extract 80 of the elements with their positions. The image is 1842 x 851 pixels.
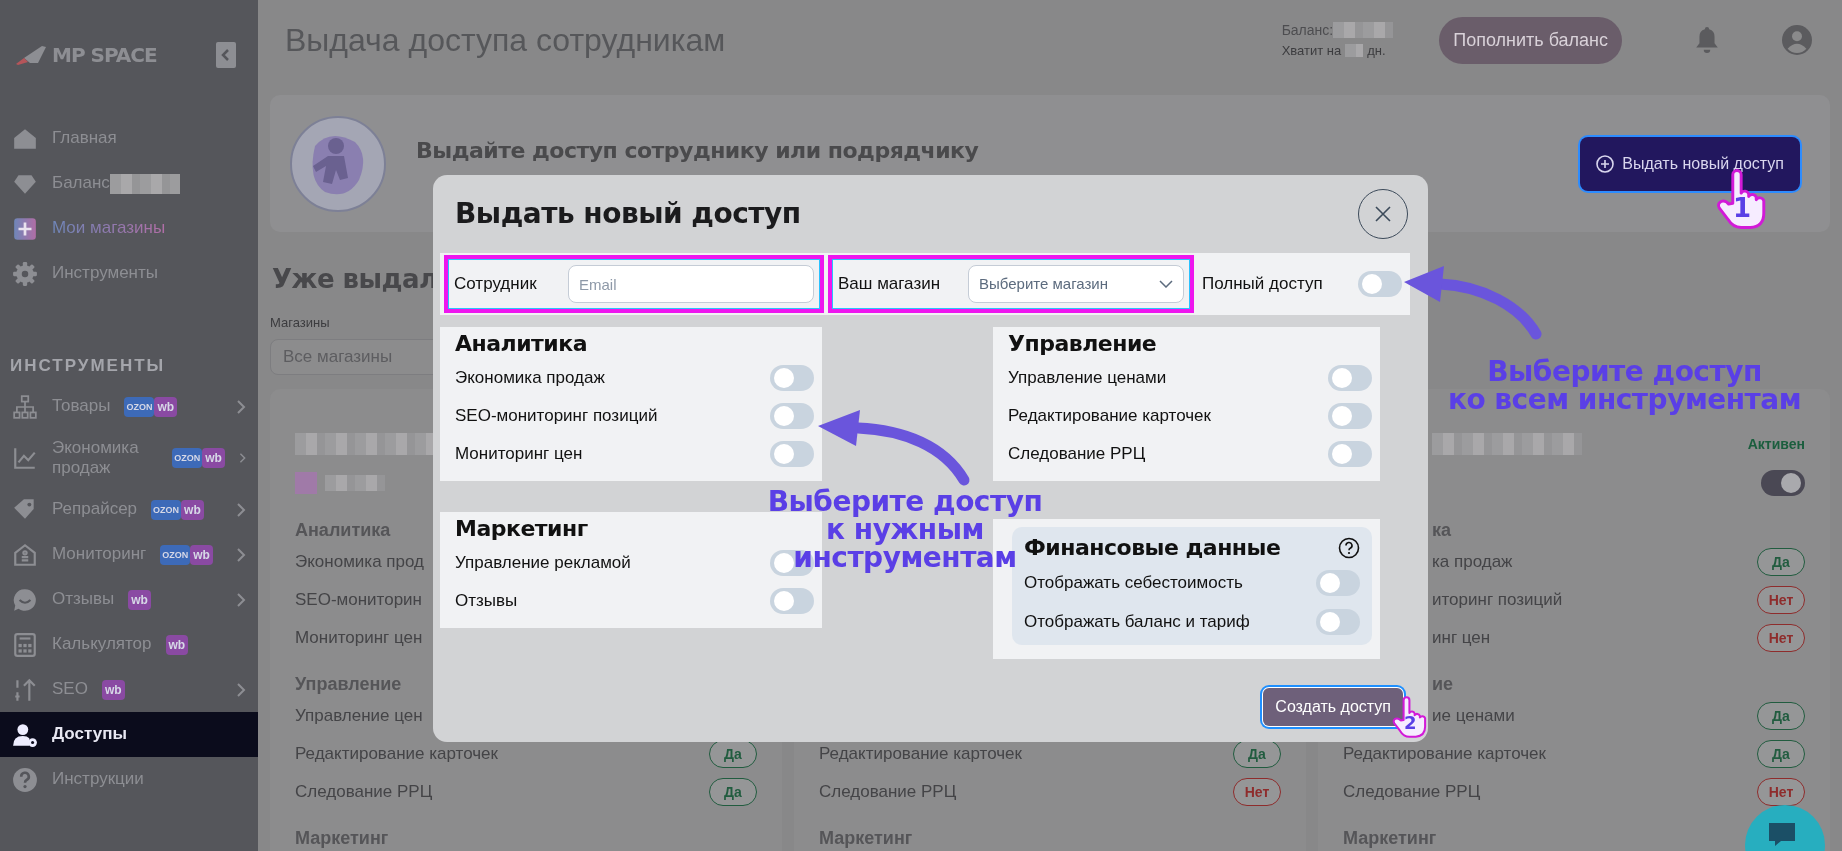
permission-label: Мониторинг цен (295, 627, 423, 650)
item-label: Отзывы (52, 589, 115, 610)
permission-label: иторинг позиций (1432, 589, 1563, 612)
callout-text: Выберите доступ (767, 488, 1043, 516)
permission-label: Редактирование карточек (819, 743, 1022, 766)
field-label: Ваш магазин (838, 273, 941, 296)
permission-label: Экономика продаж (455, 367, 605, 390)
status-badge: Нет (1757, 586, 1805, 614)
permission-label: ка продаж (1432, 551, 1513, 574)
callout-text: инструментам (793, 544, 1017, 572)
permission-label: Управление цен (295, 705, 423, 728)
item-label: Инструкции (52, 769, 144, 790)
days-label: Хватит на (1281, 41, 1342, 60)
marketplace-badge: wb (202, 448, 225, 468)
status-badge: Да (1757, 548, 1805, 576)
permission-label: Следование РРЦ (295, 781, 433, 804)
marketplace-badge: wb (101, 679, 125, 700)
marketplace-badge: OZON (124, 396, 155, 417)
item-label: SEO (52, 679, 88, 700)
section-title: ИНСТРУМЕНТЫ (9, 355, 167, 377)
item-label: Калькулятор (52, 634, 152, 655)
permission-label: Следование РРЦ (1343, 781, 1481, 804)
status-badge: Да (709, 740, 757, 768)
permission-label: Редактирование карточек (295, 743, 498, 766)
marketplace-badge: OZON (160, 544, 191, 565)
permission-label: Следование РРЦ (819, 781, 957, 804)
permission-label: SEO-мониторинг позиций (455, 405, 658, 428)
permission-label: Управление рекламой (455, 552, 631, 575)
permission-label: инг цен (1432, 627, 1491, 650)
status-badge: Да (1233, 740, 1281, 768)
callout-text: Выберите доступ (1487, 358, 1762, 386)
filter-label: Магазины (270, 314, 331, 332)
status-badge: Да (709, 778, 757, 806)
status-badge: Нет (1757, 624, 1805, 652)
marketplace-badge: wb (190, 544, 213, 565)
status-label: Активен (1747, 434, 1805, 454)
balance-label: Баланс: (1281, 20, 1334, 40)
item-label: Товары (52, 396, 111, 417)
permission-label: Отзывы (455, 590, 518, 613)
permission-label: Редактирование карточек (1343, 743, 1546, 766)
modal-title: Выдать новый доступ (455, 196, 801, 232)
status-badge: Нет (1757, 778, 1805, 806)
step-number: 2 (1404, 714, 1417, 732)
permission-label: Экономика прод (295, 551, 424, 574)
item-label: Доступы (52, 724, 127, 745)
marketplace-badge: wb (128, 589, 151, 610)
group-title: Финансовые данные (1024, 534, 1281, 562)
marketplace-badge: OZON (172, 448, 203, 468)
logo-text: MP SPACE (52, 42, 157, 69)
group-title: Управление (1008, 330, 1157, 358)
item-label: Репрайсер (52, 499, 138, 520)
marketplace-badge: wb (181, 499, 204, 520)
step-number: 1 (1733, 195, 1752, 221)
days-label: дн. (1367, 41, 1386, 60)
marketplace-badge: wb (154, 396, 178, 417)
status-badge: Да (1757, 740, 1805, 768)
permission-label: Отображать баланс и тариф (1024, 610, 1250, 633)
group-title: Аналитика (455, 330, 588, 358)
status-badge: Нет (1233, 778, 1281, 806)
item-label: Мониторинг (52, 544, 147, 565)
toggle-label: Полный доступ (1202, 273, 1323, 296)
permission-label: Управление ценами (1008, 367, 1167, 390)
callout-text: ко всем инструментам (1447, 386, 1802, 414)
item-label: Главная (52, 128, 117, 149)
callout-text: к нужным (826, 516, 984, 544)
item-label: Экономика продаж (52, 437, 140, 479)
group-title: Маркетинг (455, 515, 588, 543)
status-badge: Да (1757, 702, 1805, 730)
item-label: Инструменты (52, 263, 158, 284)
marketplace-badge: wb (165, 634, 189, 655)
permission-label: Редактирование карточек (1008, 405, 1211, 428)
permission-label: Мониторинг цен (455, 443, 583, 466)
permission-label: ие ценами (1432, 705, 1515, 728)
permission-label: SEO-мониторин (295, 589, 422, 612)
marketplace-badge: OZON (151, 499, 182, 520)
permission-label: Отображать себестоимость (1024, 571, 1243, 594)
hero-title: Выдайте доступ сотруднику или подрядчику (416, 137, 979, 165)
item-label: Баланс (52, 173, 110, 194)
field-label: Сотрудник (454, 273, 537, 296)
permission-label: Следование РРЦ (1008, 443, 1146, 466)
